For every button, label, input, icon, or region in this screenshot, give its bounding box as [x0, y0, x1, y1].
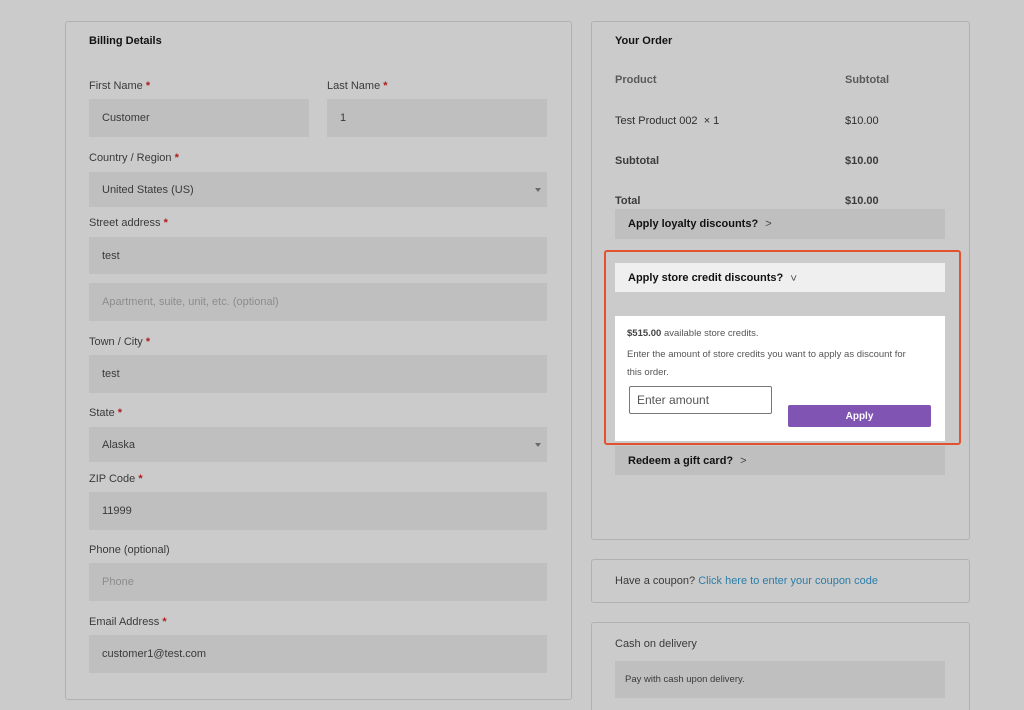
coupon-text: Have a coupon? Click here to enter your …	[615, 575, 878, 587]
street-address-field[interactable]: test	[89, 237, 547, 274]
subtotal-column-header: Subtotal	[845, 74, 889, 86]
email-field[interactable]: customer1@test.com	[89, 635, 547, 673]
order-title: Your Order	[615, 35, 673, 47]
email-label: Email Address *	[89, 616, 167, 628]
first-name-field[interactable]: Customer	[89, 99, 309, 137]
total-label: Total	[615, 195, 641, 207]
caret-down-icon	[535, 442, 541, 447]
billing-title: Billing Details	[89, 35, 162, 47]
payment-method-label[interactable]: Cash on delivery	[615, 638, 697, 650]
street-address-label: Street address *	[89, 217, 168, 229]
country-label: Country / Region *	[89, 152, 179, 164]
state-select[interactable]: Alaska	[89, 427, 547, 462]
subtotal-label: Subtotal	[615, 155, 659, 167]
apartment-field[interactable]: Apartment, suite, unit, etc. (optional)	[89, 283, 547, 321]
country-select[interactable]: United States (US)	[89, 172, 547, 207]
total-value: $10.00	[845, 195, 879, 207]
highlight-frame	[604, 250, 961, 445]
last-name-label: Last Name *	[327, 80, 388, 92]
phone-label: Phone (optional)	[89, 544, 170, 556]
zip-code-label: ZIP Code *	[89, 473, 143, 485]
order-item-name: Test Product 002 × 1	[615, 115, 720, 127]
coupon-link[interactable]: Click here to enter your coupon code	[698, 575, 878, 587]
zip-code-field[interactable]: 11999	[89, 492, 547, 530]
product-column-header: Product	[615, 74, 657, 86]
first-name-label: First Name *	[89, 80, 151, 92]
state-label: State *	[89, 407, 123, 419]
loyalty-discounts-label: Apply loyalty discounts?	[628, 218, 759, 230]
city-label: Town / City *	[89, 336, 151, 348]
subtotal-value: $10.00	[845, 155, 879, 167]
city-field[interactable]: test	[89, 355, 547, 393]
loyalty-discounts-toggle[interactable]: Apply loyalty discounts? >	[615, 209, 945, 239]
chevron-right-icon: >	[765, 218, 772, 230]
gift-card-toggle[interactable]: Redeem a gift card? >	[615, 446, 945, 475]
phone-field[interactable]: Phone	[89, 563, 547, 601]
order-item-price: $10.00	[845, 115, 879, 127]
caret-down-icon	[535, 187, 541, 192]
gift-card-label: Redeem a gift card?	[628, 454, 734, 467]
payment-description: Pay with cash upon delivery.	[615, 661, 945, 698]
chevron-right-icon: >	[740, 454, 747, 467]
last-name-field[interactable]: 1	[327, 99, 547, 137]
